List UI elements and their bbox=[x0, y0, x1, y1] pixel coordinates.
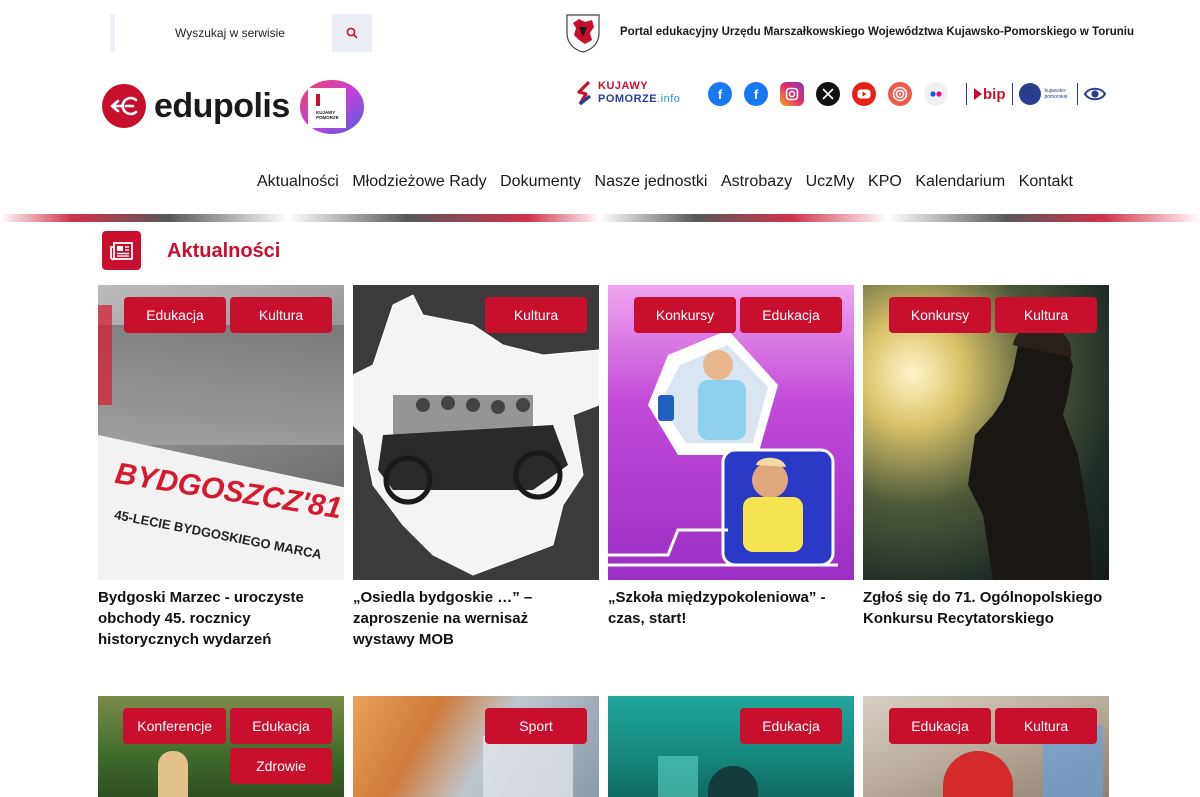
tag[interactable]: Edukacja bbox=[230, 708, 332, 744]
social-links: f f bip kujawsko-pomorskie bbox=[708, 82, 1106, 106]
nav-item-mlodziezowe-rady[interactable]: Młodzieżowe Rady bbox=[352, 173, 486, 191]
tag[interactable]: Edukacja bbox=[124, 297, 226, 333]
nav-item-dokumenty[interactable]: Dokumenty bbox=[500, 173, 581, 191]
search-button[interactable] bbox=[332, 14, 372, 52]
divider bbox=[966, 83, 967, 105]
tag-list: Edukacja Kultura bbox=[867, 708, 1097, 748]
tag-list: Edukacja bbox=[612, 708, 842, 748]
news-title[interactable]: Bydgoski Marzec - uroczyste obchody 45. … bbox=[98, 587, 338, 650]
divider bbox=[1011, 83, 1013, 105]
tag[interactable]: Edukacja bbox=[740, 708, 842, 744]
news-image[interactable]: Kultura bbox=[353, 285, 599, 580]
tag-list: Edukacja Kultura bbox=[102, 297, 332, 337]
bip-label: bip bbox=[983, 85, 1006, 103]
kujawy-pomorze-badge[interactable]: KUJAWY POMORZE bbox=[294, 78, 366, 136]
youtube-icon[interactable] bbox=[852, 82, 876, 106]
coat-of-arms-icon bbox=[566, 14, 600, 53]
flickr-icon[interactable] bbox=[924, 82, 948, 106]
logo-text: edupolis bbox=[154, 86, 290, 125]
edupolis-logo[interactable]: edupolis bbox=[102, 84, 290, 128]
tag[interactable]: Edukacja bbox=[889, 708, 991, 744]
tag-list: Konferencje Edukacja Zdrowie bbox=[102, 708, 332, 788]
section-title: Aktualności bbox=[167, 240, 281, 262]
kp-info-suffix: .info bbox=[657, 93, 681, 105]
kp-badge-line2: POMORZE bbox=[316, 115, 339, 120]
tag[interactable]: Edukacja bbox=[740, 297, 842, 333]
news-card[interactable]: Konferencje Edukacja Zdrowie bbox=[98, 696, 344, 797]
kp-info-line2-main: POMORZE bbox=[598, 93, 658, 105]
news-card[interactable]: Edukacja Kultura bbox=[863, 696, 1109, 797]
nav-item-aktualnosci[interactable]: Aktualności bbox=[257, 173, 339, 191]
kujawy-pomorze-info-link[interactable]: KUJAWY POMORZE.info bbox=[576, 80, 680, 106]
main-nav: Aktualności Młodzieżowe Rady Dokumenty N… bbox=[257, 173, 1086, 191]
news-title[interactable]: „Szkoła międzypokoleniowa” - czas, start… bbox=[608, 587, 848, 629]
logo-mark-icon bbox=[102, 84, 146, 128]
news-card[interactable]: BYDGOSZCZ'81 45-LECIE BYDGOSKIEGO MARCA … bbox=[98, 285, 344, 650]
kpw-emblem-icon bbox=[1018, 83, 1041, 105]
news-title[interactable]: Zgłoś się do 71. Ogólnopolskiego Konkurs… bbox=[863, 587, 1103, 629]
x-icon[interactable] bbox=[816, 82, 840, 106]
kpw-label: kujawsko-pomorskie bbox=[1044, 88, 1068, 100]
portal-description: Portal edukacyjny Urzędu Marszałkowskieg… bbox=[620, 26, 1134, 38]
facebook-icon[interactable]: f bbox=[744, 82, 768, 106]
bip-link[interactable]: bip bbox=[973, 86, 1006, 103]
kujawsko-pomorskie-link[interactable]: kujawsko-pomorskie bbox=[1018, 83, 1071, 105]
news-image[interactable]: Edukacja Kultura bbox=[863, 696, 1109, 797]
tag-list: Kultura bbox=[357, 297, 587, 337]
news-image[interactable]: Edukacja bbox=[608, 696, 854, 797]
tag[interactable]: Kultura bbox=[995, 297, 1097, 333]
tag-list: Konkursy Edukacja bbox=[612, 297, 842, 337]
newspaper-icon bbox=[102, 231, 141, 270]
tag[interactable]: Konkursy bbox=[889, 297, 991, 333]
nav-item-uczmy[interactable]: UczMy bbox=[806, 173, 855, 191]
instagram-icon[interactable] bbox=[780, 82, 804, 106]
search-bar bbox=[110, 14, 372, 52]
tag[interactable]: Kultura bbox=[230, 297, 332, 333]
nav-item-kpo[interactable]: KPO bbox=[868, 173, 902, 191]
accessibility-eye-icon[interactable] bbox=[1083, 83, 1106, 105]
nav-item-astrobazy[interactable]: Astrobazy bbox=[721, 173, 792, 191]
search-input[interactable] bbox=[110, 14, 332, 52]
tag-list: Konkursy Kultura bbox=[867, 297, 1097, 337]
header-divider bbox=[0, 214, 1200, 222]
news-card[interactable]: Konkursy Kultura Zgłoś się do 71. Ogólno… bbox=[863, 285, 1109, 629]
news-card[interactable]: Konkursy Edukacja „Szkoła międzypokoleni… bbox=[608, 285, 854, 629]
news-title[interactable]: „Osiedla bydgoskie …” – zaproszenie na w… bbox=[353, 587, 593, 650]
tag[interactable]: Zdrowie bbox=[230, 748, 332, 784]
tag[interactable]: Kultura bbox=[995, 708, 1097, 744]
kp-info-arrow-icon bbox=[577, 80, 591, 106]
podcast-icon[interactable] bbox=[888, 82, 912, 106]
news-image[interactable]: BYDGOSZCZ'81 45-LECIE BYDGOSKIEGO MARCA … bbox=[98, 285, 344, 580]
tag[interactable]: Kultura bbox=[485, 297, 587, 333]
news-image[interactable]: Konferencje Edukacja Zdrowie bbox=[98, 696, 344, 797]
nav-item-nasze-jednostki[interactable]: Nasze jednostki bbox=[595, 173, 708, 191]
kp-info-line1: KUJAWY bbox=[598, 80, 649, 92]
divider bbox=[1076, 83, 1078, 105]
kp-info-line2: POMORZE.info bbox=[598, 93, 680, 106]
news-card[interactable]: Kultura „Osiedla bydgoskie …” – zaprosze… bbox=[353, 285, 599, 650]
news-image[interactable]: Konkursy Kultura bbox=[863, 285, 1109, 580]
facebook-icon[interactable]: f bbox=[708, 82, 732, 106]
nav-item-kalendarium[interactable]: Kalendarium bbox=[915, 173, 1005, 191]
news-image[interactable]: Konkursy Edukacja bbox=[608, 285, 854, 580]
news-card[interactable]: Sport bbox=[353, 696, 599, 797]
search-icon bbox=[346, 27, 358, 39]
nav-item-kontakt[interactable]: Kontakt bbox=[1019, 173, 1073, 191]
tag[interactable]: Konferencje bbox=[123, 708, 226, 744]
tag[interactable]: Konkursy bbox=[634, 297, 736, 333]
news-card[interactable]: Edukacja bbox=[608, 696, 854, 797]
tag-list: Sport bbox=[357, 708, 587, 748]
news-image[interactable]: Sport bbox=[353, 696, 599, 797]
tag[interactable]: Sport bbox=[485, 708, 587, 744]
